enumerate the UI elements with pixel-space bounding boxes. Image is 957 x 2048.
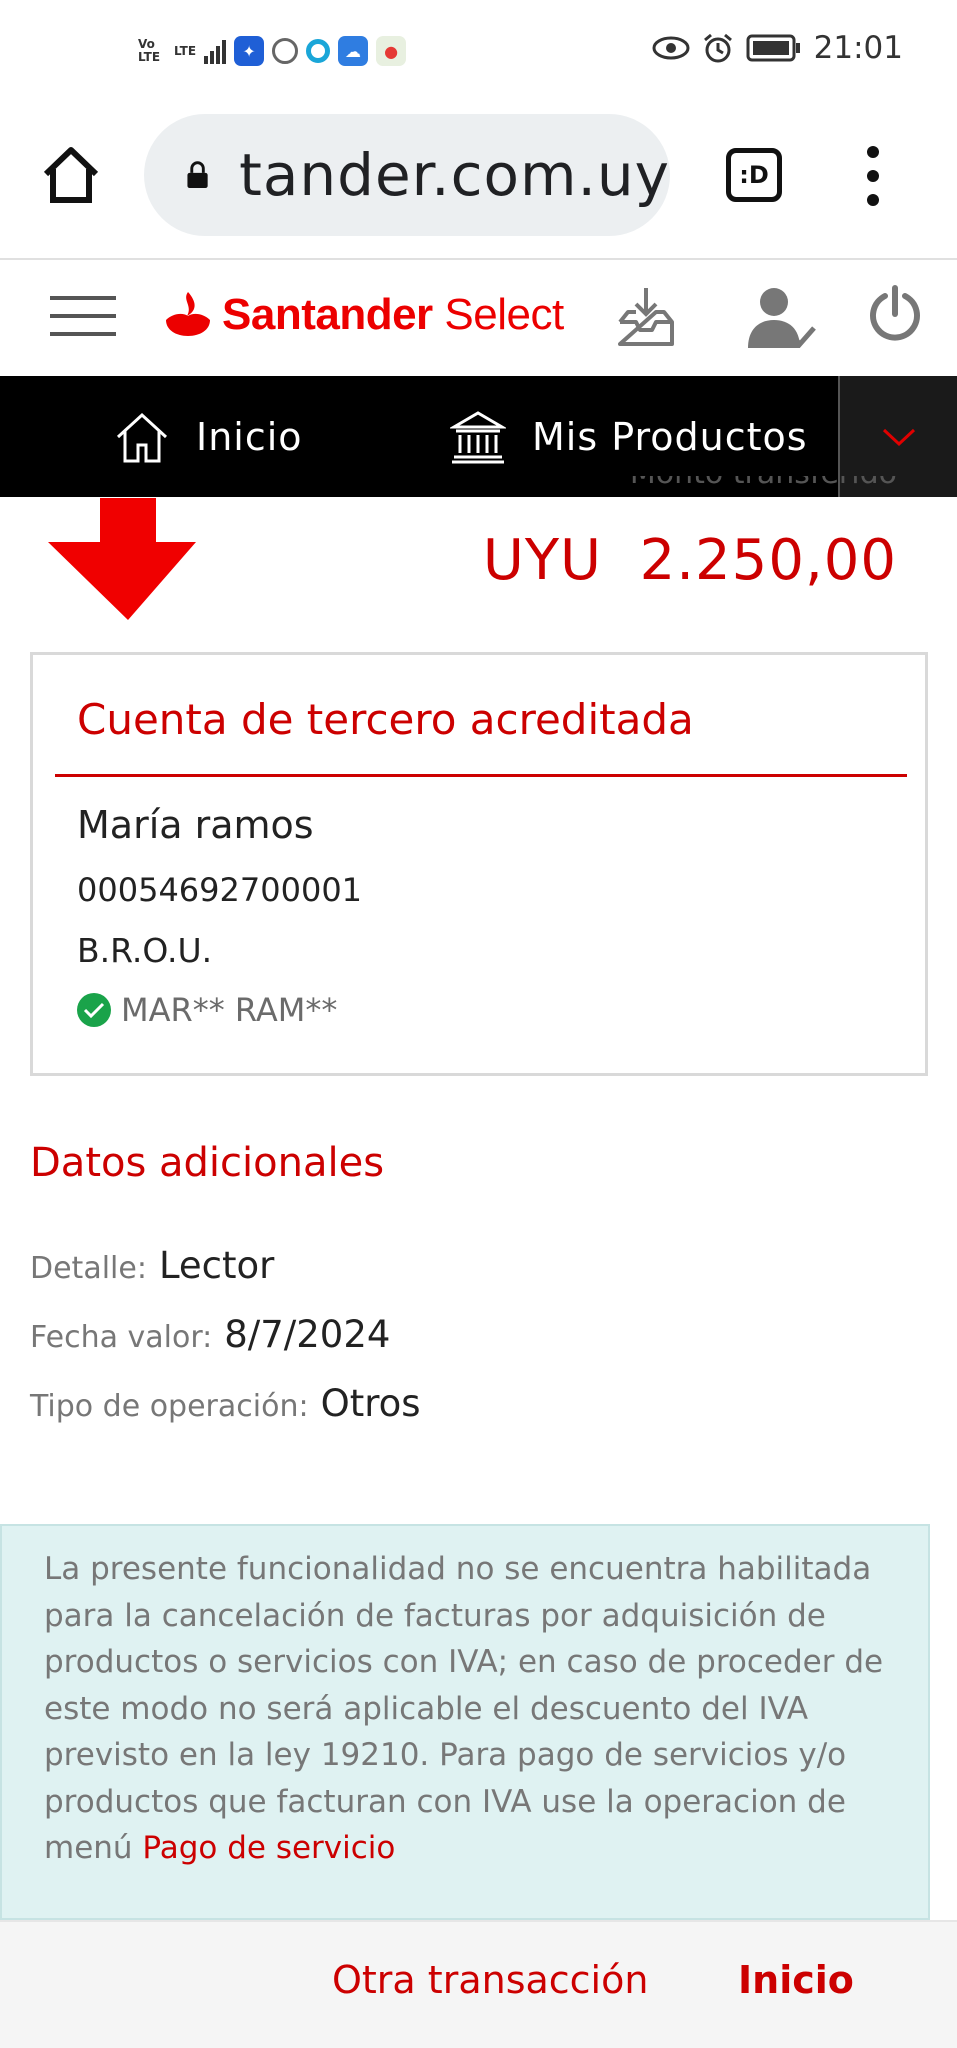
more-options-icon[interactable]: [858, 146, 888, 206]
bank-icon: [450, 410, 506, 463]
amount-currency: UYU: [482, 528, 603, 593]
amount-value: 2.250,00: [639, 528, 897, 593]
lte-indicator: LTE: [174, 43, 197, 58]
check-circle-icon: [77, 993, 111, 1027]
nav-mis-productos-label: Mis Productos: [532, 414, 808, 459]
additional-data-title: Datos adicionales: [30, 1140, 385, 1186]
value-date-row: Fecha valor: 8/7/2024: [30, 1313, 390, 1356]
alarm-icon: [703, 33, 732, 63]
cloud-app-icon: ☁: [338, 36, 369, 66]
download-inbox-icon[interactable]: [616, 284, 676, 350]
maps-app-icon: ●: [376, 36, 407, 66]
url-text: tander.com.uy: [239, 141, 670, 209]
operation-type-value: Otros: [320, 1382, 421, 1425]
beneficiary-account: 00054692700001: [77, 871, 363, 909]
iva-notice-body: La presente funcionalidad no se encuentr…: [44, 1551, 884, 1866]
operation-type-label: Tipo de operación:: [30, 1389, 309, 1424]
verified-holder: MAR** RAM**: [77, 991, 337, 1029]
house-icon: [116, 412, 168, 462]
app-header: Santander Select: [0, 260, 957, 376]
verified-holder-name: MAR** RAM**: [121, 991, 338, 1029]
flame-logo-icon: [166, 292, 210, 336]
value-date-value: 8/7/2024: [224, 1313, 391, 1356]
beneficiary-card: Cuenta de tercero acreditada María ramos…: [30, 652, 928, 1076]
address-bar[interactable]: tander.com.uy: [144, 114, 670, 236]
power-icon[interactable]: [868, 284, 922, 344]
card-title: Cuenta de tercero acreditada: [77, 695, 694, 744]
detail-label: Detalle:: [30, 1251, 147, 1286]
browser-toolbar: tander.com.uy :D: [0, 110, 957, 260]
volte-indicator: Vo LTE: [138, 37, 161, 64]
home-icon[interactable]: [40, 144, 102, 206]
value-date-label: Fecha valor:: [30, 1320, 213, 1355]
chevron-down-icon: [882, 428, 915, 446]
bottom-actions: Otra transacción Inicio: [0, 1920, 957, 2048]
hamburger-menu-icon[interactable]: [50, 296, 116, 336]
status-right: 21:01: [652, 30, 903, 66]
clock: 21:01: [813, 30, 903, 66]
lock-icon: [187, 161, 208, 188]
signal-bars-icon: [204, 38, 227, 64]
down-arrow-icon: [48, 498, 196, 620]
brand-tier: Select: [432, 290, 564, 339]
another-transaction-button[interactable]: Otra transacción: [332, 1958, 648, 2002]
nav-inicio-label: Inicio: [196, 414, 303, 459]
amount-label: Monto transferido: [630, 476, 897, 498]
beneficiary-name: María ramos: [77, 803, 314, 847]
iva-notice: La presente funcionalidad no se encuentr…: [0, 1524, 930, 1920]
lightbulb-app-icon: ✦: [234, 36, 265, 66]
detail-row: Detalle: Lector: [30, 1244, 274, 1287]
card-divider: [55, 774, 907, 777]
brand-name: Santander: [222, 290, 433, 339]
operation-type-row: Tipo de operación: Otros: [30, 1382, 421, 1425]
home-button[interactable]: Inicio: [738, 1958, 854, 2002]
eye-icon: [652, 36, 690, 60]
battery-icon: [746, 34, 800, 62]
iva-notice-text: La presente funcionalidad no se encuentr…: [44, 1546, 906, 1872]
service-payment-link[interactable]: Pago de servicio: [142, 1830, 395, 1866]
tab-switcher-button[interactable]: :D: [726, 148, 782, 202]
transfer-amount: UYU 2.250,00: [483, 528, 897, 593]
user-check-icon[interactable]: [746, 284, 816, 352]
status-left: Vo LTE LTE ✦ ☁ ●: [138, 36, 407, 66]
detail-value: Lector: [158, 1244, 275, 1287]
camera-app-icon: [272, 38, 299, 64]
status-bar: Vo LTE LTE ✦ ☁ ● 21:01: [0, 0, 957, 110]
santander-logo: Santander Select: [162, 290, 564, 340]
chat-app-icon: [306, 39, 331, 63]
beneficiary-bank: B.R.O.U.: [77, 931, 213, 970]
nav-inicio[interactable]: Inicio: [114, 376, 303, 497]
